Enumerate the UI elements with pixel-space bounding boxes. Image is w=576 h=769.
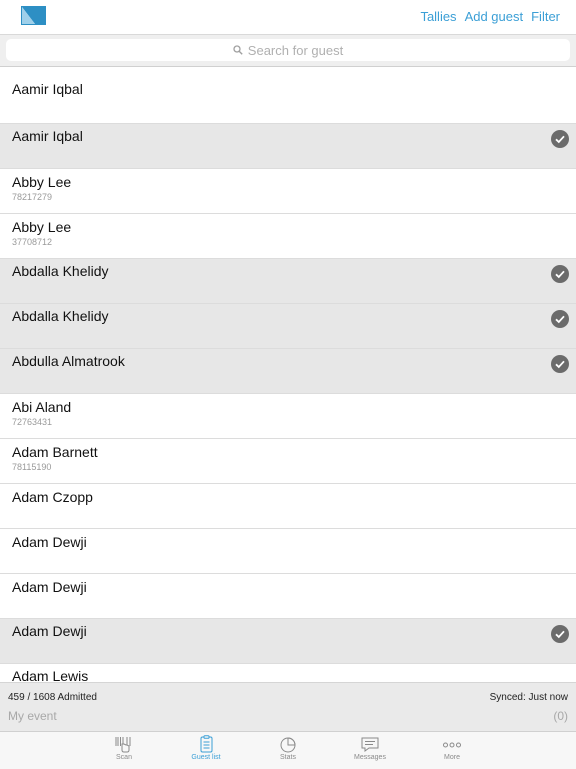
guest-name: Adam Dewji xyxy=(12,534,87,550)
search-placeholder: Search for guest xyxy=(247,42,344,58)
guest-name: Adam Barnett xyxy=(12,444,98,460)
check-circle-icon xyxy=(551,625,569,643)
guest-name: Aamir Iqbal xyxy=(12,128,83,144)
check-circle-icon xyxy=(551,265,569,283)
guest-row[interactable]: Adam Dewji xyxy=(0,619,576,664)
tab-messages[interactable]: Messages xyxy=(329,732,411,769)
tallies-button[interactable]: Tallies xyxy=(420,9,456,24)
guest-ticket-number: 78115190 xyxy=(12,462,52,472)
guest-name: Adam Lewis xyxy=(12,668,89,682)
search-bar: Search for guest xyxy=(0,35,576,67)
filter-button[interactable]: Filter xyxy=(531,9,560,24)
guest-name: Abdalla Khelidy xyxy=(12,263,109,279)
check-circle-icon xyxy=(551,310,569,328)
message-bubble-icon xyxy=(361,737,379,752)
add-guest-button[interactable]: Add guest xyxy=(465,9,524,24)
tab-label: Messages xyxy=(354,754,386,761)
check-circle-icon xyxy=(551,130,569,148)
search-icon xyxy=(233,45,243,55)
guest-row[interactable]: Abdalla Khelidy xyxy=(0,259,576,304)
tab-label: Stats xyxy=(280,754,296,761)
barcode-scan-icon xyxy=(115,737,131,753)
tab-scan[interactable]: Scan xyxy=(83,732,165,769)
top-bar: Tallies Add guest Filter xyxy=(0,0,576,35)
guest-name: Adam Dewji xyxy=(12,623,87,639)
more-dots-icon xyxy=(443,742,461,748)
tab-label: More xyxy=(444,754,460,761)
guest-row[interactable]: Abby Lee 37708712 xyxy=(0,214,576,259)
admitted-count: 459 / 1608 Admitted xyxy=(8,692,97,703)
guest-row[interactable]: Abdulla Almatrook xyxy=(0,349,576,394)
guest-row[interactable]: Adam Barnett 78115190 xyxy=(0,439,576,484)
guest-ticket-number: 78217279 xyxy=(12,192,53,202)
event-logo-icon xyxy=(21,6,46,25)
search-input[interactable]: Search for guest xyxy=(6,39,570,61)
tab-guest-list[interactable]: Guest list xyxy=(165,732,247,769)
guest-row[interactable]: Abby Lee 78217279 xyxy=(0,169,576,214)
event-name[interactable]: My event xyxy=(8,709,57,723)
pie-chart-icon xyxy=(280,737,296,753)
check-circle-icon xyxy=(551,355,569,373)
guest-row[interactable]: Abdalla Khelidy xyxy=(0,304,576,349)
clipboard-list-icon xyxy=(200,735,213,753)
guest-ticket-number: 72763431 xyxy=(12,417,53,427)
guest-list[interactable]: Aamir Iqbal Aamir Iqbal Abby Lee 7821727… xyxy=(0,67,576,682)
status-footer: 459 / 1608 Admitted Synced: Just now My … xyxy=(0,682,576,731)
guest-row[interactable]: Abi Aland 72763431 xyxy=(0,394,576,439)
guest-name: Abi Aland xyxy=(12,399,72,415)
tab-bar: Scan Guest list Stats Messages More xyxy=(0,731,576,769)
sync-status: Synced: Just now xyxy=(489,692,568,703)
guest-ticket-number: 37708712 xyxy=(12,237,53,247)
guest-row[interactable]: Aamir Iqbal xyxy=(0,124,576,169)
guest-name: Abby Lee xyxy=(12,174,72,190)
guest-name: Abby Lee xyxy=(12,219,72,235)
guest-name: Abdulla Almatrook xyxy=(12,353,125,369)
top-actions: Tallies Add guest Filter xyxy=(420,9,560,24)
guest-row[interactable]: Aamir Iqbal xyxy=(0,67,576,124)
guest-row[interactable]: Adam Czopp xyxy=(0,484,576,529)
guest-row[interactable]: Adam Dewji xyxy=(0,574,576,619)
guest-name: Aamir Iqbal xyxy=(12,81,83,97)
tab-label: Guest list xyxy=(191,754,221,761)
tab-stats[interactable]: Stats xyxy=(247,732,329,769)
guest-row[interactable]: Adam Dewji xyxy=(0,529,576,574)
tab-label: Scan xyxy=(116,754,132,761)
tab-more[interactable]: More xyxy=(411,732,493,769)
guest-name: Abdalla Khelidy xyxy=(12,308,109,324)
guest-name: Adam Czopp xyxy=(12,489,93,505)
event-count: (0) xyxy=(553,709,568,723)
guest-row[interactable]: Adam Lewis xyxy=(0,664,576,682)
guest-name: Adam Dewji xyxy=(12,579,87,595)
